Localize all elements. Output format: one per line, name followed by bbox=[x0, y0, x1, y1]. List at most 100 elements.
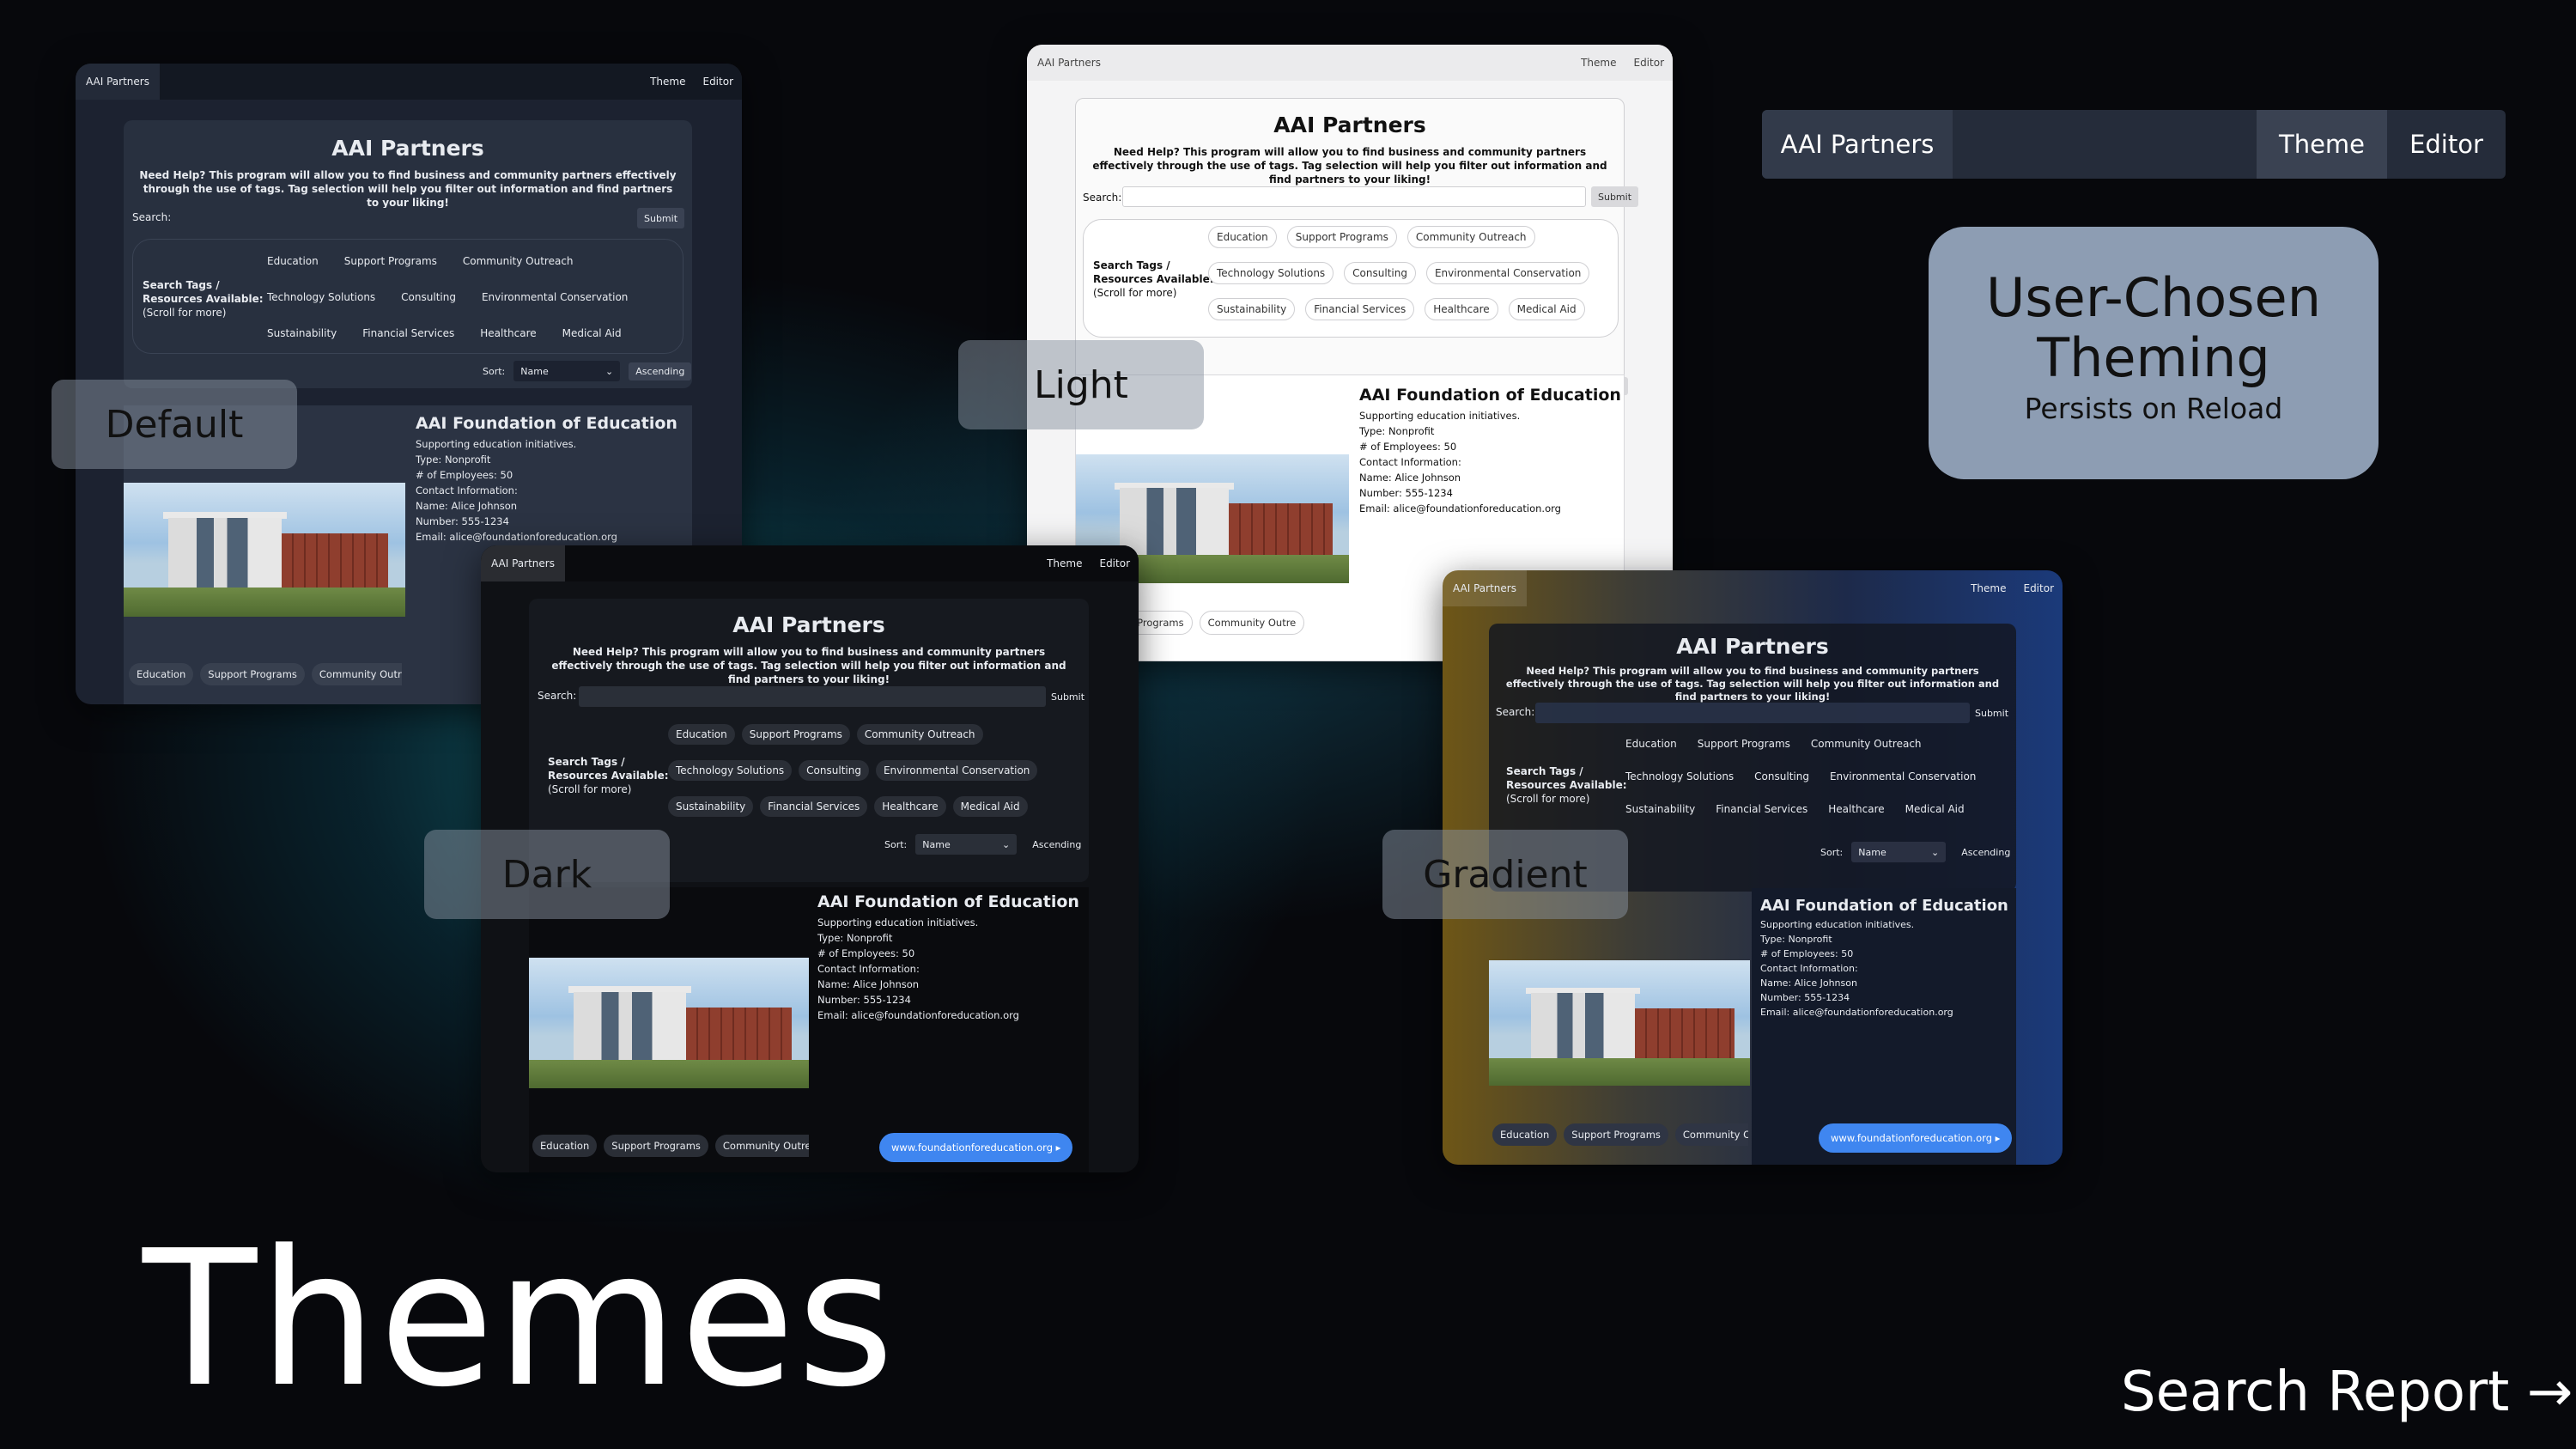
tag-medical-aid[interactable]: Medical Aid bbox=[1898, 799, 1972, 819]
tag-sustainability[interactable]: Sustainability bbox=[1208, 298, 1296, 320]
order-button[interactable]: Ascending bbox=[629, 362, 692, 381]
tag-education[interactable]: Education bbox=[259, 251, 326, 271]
card-tag[interactable]: Support Programs bbox=[1564, 1123, 1668, 1146]
tag-community-outreach[interactable]: Community Outreach bbox=[1406, 226, 1535, 248]
search-input[interactable] bbox=[579, 686, 1046, 707]
tag-technology-solutions[interactable]: Technology Solutions bbox=[1618, 766, 1741, 787]
tag-financial-services[interactable]: Financial Services bbox=[1305, 298, 1415, 320]
app-navbar: AAI Partners Theme Editor bbox=[1443, 570, 2063, 606]
card-tag[interactable]: Support Programs bbox=[604, 1135, 708, 1157]
submit-button[interactable]: Submit bbox=[1591, 186, 1639, 207]
navbar-brand[interactable]: AAI Partners bbox=[1762, 110, 1953, 179]
submit-button[interactable]: Submit bbox=[1975, 703, 2008, 723]
help-text: Need Help? This program will allow you t… bbox=[139, 169, 677, 209]
tag-healthcare[interactable]: Healthcare bbox=[874, 796, 946, 817]
submit-button[interactable]: Submit bbox=[1051, 686, 1084, 707]
sort-select[interactable]: Name⌄ bbox=[1851, 842, 1947, 862]
tag-education[interactable]: Education bbox=[1618, 734, 1685, 754]
building-photo bbox=[1489, 960, 1750, 1086]
tag-consulting[interactable]: Consulting bbox=[1344, 262, 1416, 284]
nav-theme[interactable]: Theme bbox=[641, 76, 694, 88]
tag-healthcare[interactable]: Healthcare bbox=[472, 323, 544, 344]
panel-title: AAI Partners bbox=[331, 136, 484, 161]
card-tag[interactable]: Education bbox=[129, 663, 194, 685]
tag-support-programs[interactable]: Support Programs bbox=[741, 724, 850, 745]
search-input[interactable] bbox=[1535, 703, 1970, 723]
card-tag[interactable]: Community Outre bbox=[714, 1135, 809, 1157]
tag-education[interactable]: Education bbox=[1208, 226, 1277, 248]
nav-theme[interactable]: Theme bbox=[1572, 57, 1625, 69]
search-input[interactable] bbox=[175, 208, 632, 228]
next-slide-link[interactable]: Search Report → bbox=[2121, 1361, 2573, 1424]
arrow-right-icon: ▸ bbox=[1053, 1142, 1061, 1154]
tag-support-programs[interactable]: Support Programs bbox=[1286, 226, 1397, 248]
tag-financial-services[interactable]: Financial Services bbox=[355, 323, 462, 344]
nav-editor[interactable]: Editor bbox=[694, 76, 742, 88]
nav-editor[interactable]: Editor bbox=[1625, 57, 1673, 69]
tag-technology-solutions[interactable]: Technology Solutions bbox=[668, 760, 793, 781]
navbar-brand[interactable]: AAI Partners bbox=[1027, 45, 1111, 81]
sort-label: Sort: bbox=[1820, 846, 1844, 858]
tag-environmental-conservation[interactable]: Environmental Conservation bbox=[474, 287, 635, 307]
card-tag[interactable]: Education bbox=[532, 1135, 598, 1157]
card-tag[interactable]: Support Programs bbox=[200, 663, 305, 685]
nav-editor[interactable]: Editor bbox=[2014, 582, 2063, 594]
sort-select[interactable]: Name⌄ bbox=[513, 361, 621, 381]
navbar-brand[interactable]: AAI Partners bbox=[76, 64, 160, 100]
order-button[interactable]: Ascending bbox=[1954, 843, 2017, 861]
tag-healthcare[interactable]: Healthcare bbox=[1820, 799, 1892, 819]
app-navbar: AAI Partners Theme Editor bbox=[76, 64, 742, 100]
tag-sustainability[interactable]: Sustainability bbox=[668, 796, 754, 817]
tag-financial-services[interactable]: Financial Services bbox=[1708, 799, 1815, 819]
tag-environmental-conservation[interactable]: Environmental Conservation bbox=[1425, 262, 1590, 284]
card-tag[interactable]: Community Outre bbox=[311, 663, 402, 685]
card-title: AAI Foundation of Education bbox=[1760, 897, 2008, 915]
tag-community-outreach[interactable]: Community Outreach bbox=[455, 251, 581, 271]
navbar-brand[interactable]: AAI Partners bbox=[1443, 570, 1527, 606]
nav-theme[interactable]: Theme bbox=[1038, 557, 1091, 569]
page-title: Themes bbox=[143, 1211, 896, 1428]
app-navbar: AAI Partners Theme Editor bbox=[481, 545, 1139, 581]
tag-medical-aid[interactable]: Medical Aid bbox=[952, 796, 1028, 817]
website-button[interactable]: www.foundationforeducation.org ▸ bbox=[1819, 1123, 2013, 1153]
nav-editor[interactable]: Editor bbox=[2387, 110, 2506, 179]
tag-support-programs[interactable]: Support Programs bbox=[337, 251, 445, 271]
card-info: Supporting education initiatives. Type: N… bbox=[1760, 919, 1953, 1018]
nav-editor[interactable]: Editor bbox=[1091, 557, 1139, 569]
tag-environmental-conservation[interactable]: Environmental Conservation bbox=[875, 760, 1038, 781]
tag-medical-aid[interactable]: Medical Aid bbox=[555, 323, 629, 344]
navbar-brand[interactable]: AAI Partners bbox=[481, 545, 565, 581]
tag-consulting[interactable]: Consulting bbox=[393, 287, 464, 307]
theming-callout: User-Chosen Theming Persists on Reload bbox=[1929, 227, 2379, 479]
website-button[interactable]: www.foundationforeducation.org ▸ bbox=[879, 1133, 1073, 1162]
card-info: Supporting education initiatives. Type: N… bbox=[416, 438, 617, 543]
tag-financial-services[interactable]: Financial Services bbox=[760, 796, 868, 817]
order-button[interactable]: Ascending bbox=[1025, 836, 1088, 854]
search-panel: AAI Partners Need Help? This program wil… bbox=[124, 120, 692, 388]
tag-medical-aid[interactable]: Medical Aid bbox=[1508, 298, 1585, 320]
card-tag[interactable]: Community Outre bbox=[1199, 611, 1305, 635]
tag-community-outreach[interactable]: Community Outreach bbox=[1803, 734, 1929, 754]
tag-sustainability[interactable]: Sustainability bbox=[1618, 799, 1703, 819]
sort-select[interactable]: Name⌄ bbox=[915, 834, 1018, 855]
tag-technology-solutions[interactable]: Technology Solutions bbox=[1208, 262, 1334, 284]
card-tag[interactable]: Education bbox=[1492, 1123, 1558, 1146]
submit-button[interactable]: Submit bbox=[637, 208, 685, 228]
tag-support-programs[interactable]: Support Programs bbox=[1690, 734, 1798, 754]
theme-label-dark: Dark bbox=[424, 830, 670, 919]
tag-education[interactable]: Education bbox=[668, 724, 735, 745]
tag-consulting[interactable]: Consulting bbox=[1747, 766, 1817, 787]
search-input[interactable] bbox=[1122, 186, 1586, 207]
tag-consulting[interactable]: Consulting bbox=[799, 760, 869, 781]
nav-theme[interactable]: Theme bbox=[1962, 582, 2014, 594]
theme-label-light: Light bbox=[958, 340, 1204, 429]
tag-technology-solutions[interactable]: Technology Solutions bbox=[259, 287, 383, 307]
tag-sustainability[interactable]: Sustainability bbox=[259, 323, 344, 344]
tag-community-outreach[interactable]: Community Outreach bbox=[856, 724, 983, 745]
help-text: Need Help? This program will allow you t… bbox=[1092, 146, 1607, 186]
nav-theme[interactable]: Theme bbox=[2257, 110, 2387, 179]
card-title: AAI Foundation of Education bbox=[416, 414, 677, 433]
card-tag[interactable]: Community Outre bbox=[1674, 1123, 1748, 1146]
tag-environmental-conservation[interactable]: Environmental Conservation bbox=[1822, 766, 1984, 787]
tag-healthcare[interactable]: Healthcare bbox=[1425, 298, 1498, 320]
